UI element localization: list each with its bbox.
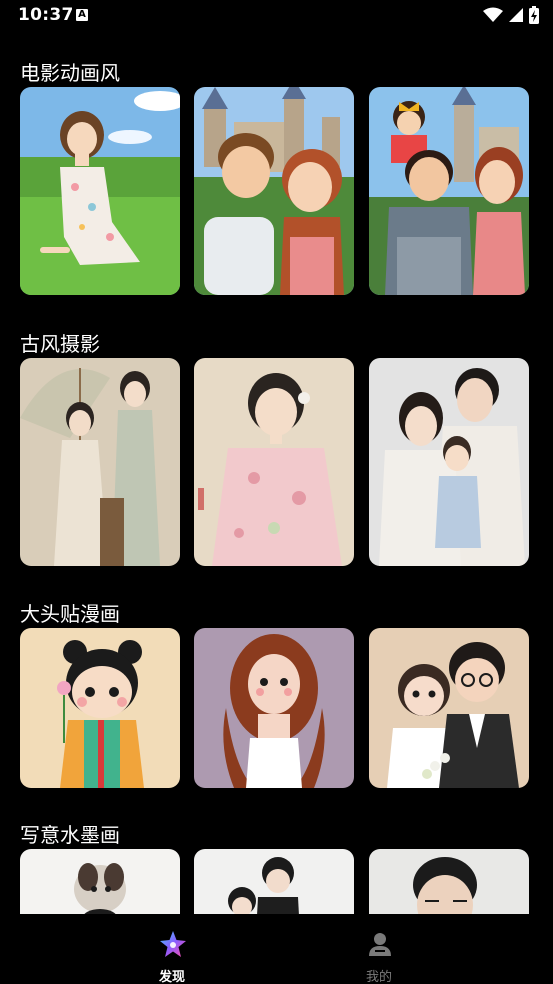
wifi-icon	[483, 7, 503, 22]
nav-label-discover: 发现	[158, 970, 185, 984]
status-bar: 10:37 A	[0, 0, 553, 32]
template-card-sticker-comic-3[interactable]	[369, 628, 529, 788]
section-title-ink-painting: 写意水墨画	[20, 823, 120, 847]
template-card-sticker-comic-1[interactable]	[20, 628, 180, 788]
status-icons	[483, 6, 539, 24]
template-card-movie-anime-1[interactable]	[20, 87, 180, 295]
person-icon	[369, 933, 391, 956]
template-card-ink-painting-3[interactable]	[369, 849, 529, 914]
template-card-ancient-photo-3[interactable]	[369, 358, 529, 566]
sparkle-star-icon	[160, 931, 186, 957]
template-card-ink-painting-1[interactable]	[20, 849, 180, 914]
battery-charging-icon	[529, 6, 539, 24]
template-card-sticker-comic-2[interactable]	[194, 628, 354, 788]
bottom-navigation: 发现 我的	[0, 914, 553, 984]
status-time: 10:37	[18, 5, 74, 25]
cellular-signal-icon	[509, 8, 523, 22]
template-card-ink-painting-2[interactable]	[194, 849, 354, 914]
section-title-movie-anime: 电影动画风	[20, 61, 120, 85]
section-title-sticker-comic: 大头贴漫画	[20, 602, 120, 626]
template-card-movie-anime-3[interactable]	[369, 87, 529, 295]
section-title-ancient-photo: 古风摄影	[20, 332, 100, 356]
template-feed[interactable]: 电影动画风 古风摄影 大头贴漫画 写意水墨画	[0, 32, 553, 914]
nav-tab-discover[interactable]: 发现	[112, 914, 232, 984]
notification-icon: A	[76, 9, 88, 21]
nav-tab-mine[interactable]: 我的	[319, 914, 439, 984]
nav-label-mine: 我的	[365, 970, 392, 984]
template-card-movie-anime-2[interactable]	[194, 87, 354, 295]
template-card-ancient-photo-1[interactable]	[20, 358, 180, 566]
template-card-ancient-photo-2[interactable]	[194, 358, 354, 566]
